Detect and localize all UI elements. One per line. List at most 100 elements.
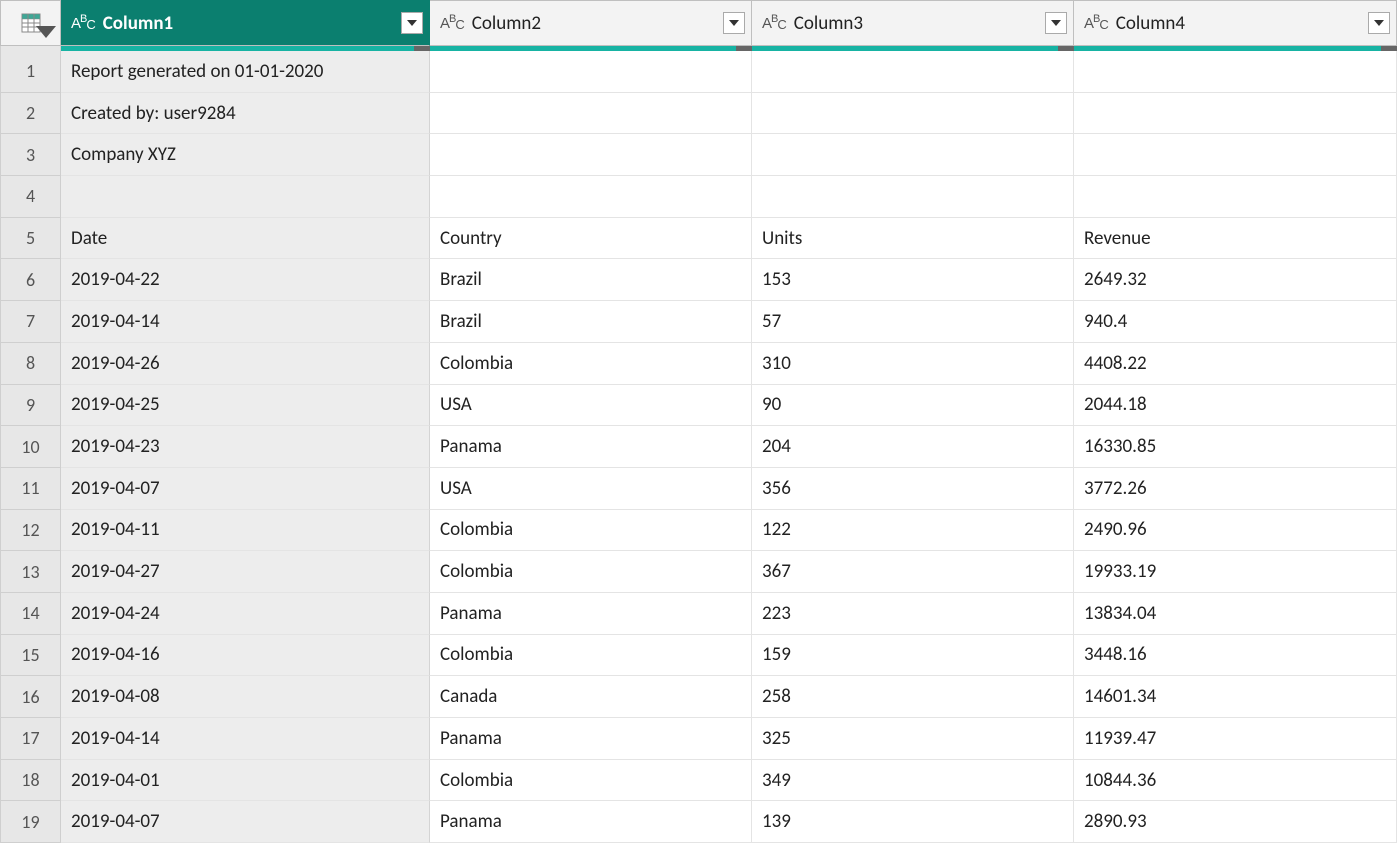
row-number[interactable]: 16 [0, 676, 61, 718]
cell[interactable]: 2019-04-23 [61, 426, 430, 468]
column-header-column4[interactable]: ABC Column4 [1074, 0, 1397, 46]
row-number[interactable]: 2 [0, 93, 61, 135]
cell[interactable]: 13834.04 [1074, 593, 1397, 635]
table-row[interactable]: 92019-04-25USA902044.18 [0, 385, 1397, 427]
cell[interactable]: 11939.47 [1074, 718, 1397, 760]
cell[interactable]: 2019-04-11 [61, 510, 430, 552]
cell[interactable] [1074, 93, 1397, 135]
cell[interactable]: 2019-04-14 [61, 301, 430, 343]
cell[interactable]: Colombia [430, 510, 752, 552]
row-number[interactable]: 7 [0, 301, 61, 343]
cell[interactable]: 2019-04-22 [61, 259, 430, 301]
cell[interactable]: Colombia [430, 551, 752, 593]
table-row[interactable]: 4 [0, 176, 1397, 218]
cell[interactable] [1074, 134, 1397, 176]
cell[interactable]: Panama [430, 593, 752, 635]
cell[interactable]: 223 [752, 593, 1074, 635]
row-number[interactable]: 17 [0, 718, 61, 760]
filter-dropdown-button[interactable] [1045, 12, 1067, 34]
table-row[interactable]: 5DateCountryUnitsRevenue [0, 218, 1397, 260]
cell[interactable] [61, 176, 430, 218]
cell[interactable] [430, 176, 752, 218]
row-number[interactable]: 3 [0, 134, 61, 176]
cell[interactable]: Company XYZ [61, 134, 430, 176]
table-row[interactable]: 72019-04-14Brazil57940.4 [0, 301, 1397, 343]
cell[interactable]: Brazil [430, 301, 752, 343]
cell[interactable]: 2019-04-01 [61, 760, 430, 802]
cell[interactable]: 3448.16 [1074, 635, 1397, 677]
table-row[interactable]: 152019-04-16Colombia1593448.16 [0, 635, 1397, 677]
row-number[interactable]: 9 [0, 385, 61, 427]
cell[interactable]: 2019-04-07 [61, 801, 430, 843]
cell[interactable]: 258 [752, 676, 1074, 718]
row-number[interactable]: 12 [0, 510, 61, 552]
cell[interactable]: 2044.18 [1074, 385, 1397, 427]
cell[interactable]: 16330.85 [1074, 426, 1397, 468]
filter-dropdown-button[interactable] [723, 12, 745, 34]
cell[interactable]: 2019-04-27 [61, 551, 430, 593]
cell[interactable]: 4408.22 [1074, 343, 1397, 385]
row-number[interactable]: 5 [0, 218, 61, 260]
table-row[interactable]: 1Report generated on 01-01-2020 [0, 51, 1397, 93]
row-number[interactable]: 8 [0, 343, 61, 385]
table-row[interactable]: 132019-04-27Colombia36719933.19 [0, 551, 1397, 593]
table-row[interactable]: 3Company XYZ [0, 134, 1397, 176]
table-row[interactable]: 102019-04-23Panama20416330.85 [0, 426, 1397, 468]
cell[interactable]: 122 [752, 510, 1074, 552]
cell[interactable]: Country [430, 218, 752, 260]
table-row[interactable]: 182019-04-01Colombia34910844.36 [0, 760, 1397, 802]
table-row[interactable]: 122019-04-11Colombia1222490.96 [0, 510, 1397, 552]
cell[interactable]: 2890.93 [1074, 801, 1397, 843]
cell[interactable]: Created by: user9284 [61, 93, 430, 135]
cell[interactable]: 2019-04-07 [61, 468, 430, 510]
cell[interactable] [752, 51, 1074, 93]
cell[interactable]: 2019-04-24 [61, 593, 430, 635]
cell[interactable]: 2490.96 [1074, 510, 1397, 552]
cell[interactable]: 940.4 [1074, 301, 1397, 343]
cell[interactable]: 356 [752, 468, 1074, 510]
cell[interactable]: 2019-04-16 [61, 635, 430, 677]
cell[interactable]: 349 [752, 760, 1074, 802]
cell[interactable]: 2019-04-26 [61, 343, 430, 385]
cell[interactable]: 153 [752, 259, 1074, 301]
row-number[interactable]: 15 [0, 635, 61, 677]
cell[interactable]: 19933.19 [1074, 551, 1397, 593]
cell[interactable]: Units [752, 218, 1074, 260]
cell[interactable]: Revenue [1074, 218, 1397, 260]
column-header-column1[interactable]: ABC Column1 [61, 0, 430, 46]
cell[interactable]: 90 [752, 385, 1074, 427]
row-number[interactable]: 14 [0, 593, 61, 635]
cell[interactable]: 139 [752, 801, 1074, 843]
cell[interactable]: 2019-04-08 [61, 676, 430, 718]
cell[interactable]: Panama [430, 718, 752, 760]
cell[interactable]: 310 [752, 343, 1074, 385]
select-all-corner[interactable] [0, 0, 61, 46]
column-header-column3[interactable]: ABC Column3 [752, 0, 1074, 46]
cell[interactable]: 367 [752, 551, 1074, 593]
cell[interactable]: USA [430, 468, 752, 510]
cell[interactable]: Brazil [430, 259, 752, 301]
cell[interactable]: USA [430, 385, 752, 427]
row-number[interactable]: 19 [0, 801, 61, 843]
row-number[interactable]: 1 [0, 51, 61, 93]
table-row[interactable]: 112019-04-07USA3563772.26 [0, 468, 1397, 510]
row-number[interactable]: 11 [0, 468, 61, 510]
table-row[interactable]: 142019-04-24Panama22313834.04 [0, 593, 1397, 635]
row-number[interactable]: 6 [0, 259, 61, 301]
cell[interactable]: Colombia [430, 760, 752, 802]
cell[interactable]: 325 [752, 718, 1074, 760]
cell[interactable] [430, 134, 752, 176]
cell[interactable] [1074, 176, 1397, 218]
cell[interactable] [430, 93, 752, 135]
cell[interactable] [752, 176, 1074, 218]
cell[interactable] [752, 93, 1074, 135]
cell[interactable]: Report generated on 01-01-2020 [61, 51, 430, 93]
cell[interactable]: 10844.36 [1074, 760, 1397, 802]
cell[interactable]: 3772.26 [1074, 468, 1397, 510]
table-row[interactable]: 62019-04-22Brazil1532649.32 [0, 259, 1397, 301]
row-number[interactable]: 10 [0, 426, 61, 468]
table-row[interactable]: 2Created by: user9284 [0, 93, 1397, 135]
cell[interactable]: 159 [752, 635, 1074, 677]
table-row[interactable]: 82019-04-26Colombia3104408.22 [0, 343, 1397, 385]
row-number[interactable]: 18 [0, 760, 61, 802]
